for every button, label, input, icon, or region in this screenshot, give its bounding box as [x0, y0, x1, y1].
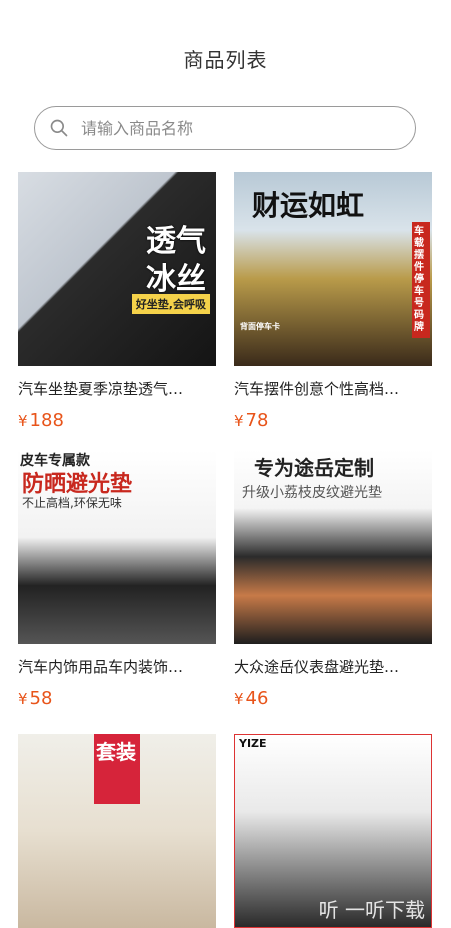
product-image-text: 财运如虹 [252, 189, 365, 222]
product-price: ¥58 [18, 688, 52, 709]
product-image[interactable]: 透气 冰丝 好坐垫,会呼吸 [18, 172, 216, 366]
product-image-text: 不止高档,环保无味 [22, 496, 122, 510]
product-image-text: 好坐垫,会呼吸 [131, 294, 210, 314]
product-image-text: 套装 [96, 740, 136, 764]
product-name[interactable]: 大众途岳仪表盘避光垫… [234, 656, 432, 677]
product-price: ¥188 [18, 410, 64, 431]
price-value: 46 [245, 688, 269, 709]
price-currency: ¥ [234, 412, 244, 430]
product-image-text: 升级小荔枝皮纹避光垫 [242, 485, 382, 501]
product-image[interactable]: 财运如虹 车载摆件停车号码牌 背面停车卡 [234, 172, 432, 366]
product-image-text: 冰丝 [146, 262, 206, 297]
search-bar[interactable] [34, 106, 416, 150]
product-card[interactable]: 财运如虹 车载摆件停车号码牌 背面停车卡 汽车摆件创意个性高档… ¥78 [234, 172, 432, 431]
price-value: 58 [29, 688, 53, 709]
product-card[interactable]: 套装 [18, 734, 216, 928]
page-title: 商品列表 [183, 48, 268, 72]
product-price: ¥78 [234, 410, 268, 431]
product-card[interactable]: 透气 冰丝 好坐垫,会呼吸 汽车坐垫夏季凉垫透气… ¥188 [18, 172, 216, 431]
product-price: ¥46 [234, 688, 268, 709]
price-value: 188 [29, 410, 64, 431]
product-image-text: YIZE [239, 737, 267, 750]
product-card[interactable]: 专为途岳定制 升级小荔枝皮纹避光垫 大众途岳仪表盘避光垫… ¥46 [234, 450, 432, 709]
price-value: 78 [245, 410, 269, 431]
price-currency: ¥ [18, 412, 28, 430]
product-image-text: 专为途岳定制 [254, 456, 374, 480]
product-image-text: 背面停车卡 [240, 322, 280, 331]
watermark-text: 听 一听下载 [318, 898, 425, 922]
product-card[interactable]: 皮车专属款 防晒避光垫 不止高档,环保无味 汽车内饰用品车内装饰… ¥58 [18, 450, 216, 709]
product-name[interactable]: 汽车摆件创意个性高档… [234, 378, 432, 399]
product-image[interactable]: 皮车专属款 防晒避光垫 不止高档,环保无味 [18, 450, 216, 644]
price-currency: ¥ [18, 690, 28, 708]
header: 商品列表 [0, 0, 451, 110]
search-icon [50, 119, 68, 137]
product-name[interactable]: 汽车内饰用品车内装饰… [18, 656, 216, 677]
search-input[interactable] [79, 117, 383, 139]
product-image[interactable]: YIZE 听 一听下载 [234, 734, 432, 928]
price-currency: ¥ [234, 690, 244, 708]
product-name[interactable]: 汽车坐垫夏季凉垫透气… [18, 378, 216, 399]
product-image[interactable]: 套装 [18, 734, 216, 928]
product-card[interactable]: YIZE 听 一听下载 [234, 734, 432, 928]
product-image[interactable]: 专为途岳定制 升级小荔枝皮纹避光垫 [234, 450, 432, 644]
product-image-text: 车载摆件停车号码牌 [412, 222, 430, 338]
